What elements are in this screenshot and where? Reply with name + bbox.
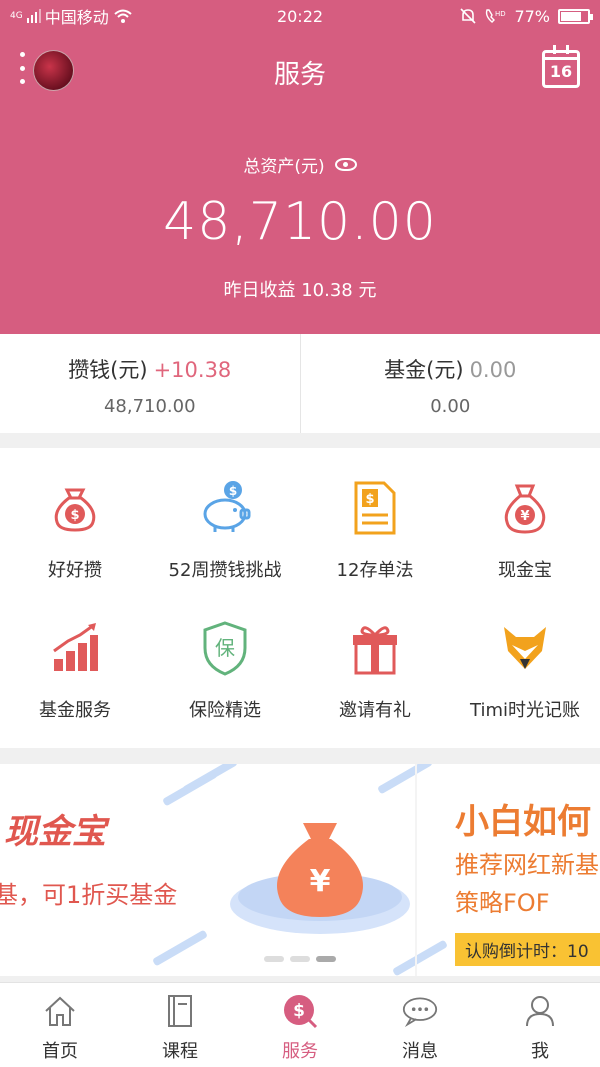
service-12-deposit[interactable]: $ 12存单法 bbox=[300, 478, 450, 618]
service-label: 保险精选 bbox=[189, 700, 261, 721]
banner-right-text: 小白如何 推荐网红新基 策略FOF 认购倒计时：10 bbox=[455, 794, 600, 966]
status-time: 20:22 bbox=[276, 6, 324, 26]
pager-dot[interactable] bbox=[264, 956, 284, 962]
carrier-name: 中国移动 bbox=[44, 8, 109, 27]
service-label: 基金服务 bbox=[39, 700, 111, 721]
service-insurance[interactable]: 保 保险精选 bbox=[150, 618, 300, 748]
home-icon bbox=[42, 993, 78, 1029]
service-label: 邀请有礼 bbox=[339, 700, 411, 721]
fox-icon bbox=[495, 618, 555, 678]
battery-icon bbox=[558, 8, 593, 24]
status-bar: 4G 中国移动 20:22 HD 77% bbox=[0, 0, 600, 32]
tab-label: 消息 bbox=[402, 1041, 438, 1062]
service-cash-treasure[interactable]: ¥ 现金宝 bbox=[450, 478, 600, 618]
mute-bell-icon bbox=[460, 8, 477, 24]
tab-label: 服务 bbox=[282, 1041, 318, 1062]
money-bag-yen-icon: ¥ bbox=[495, 478, 555, 538]
tab-courses[interactable]: 课程 bbox=[120, 983, 240, 1067]
tab-messages[interactable]: 消息 bbox=[360, 983, 480, 1067]
shield-icon: 保 bbox=[195, 618, 255, 678]
hd-call-icon: HD bbox=[486, 9, 506, 23]
eye-icon[interactable] bbox=[334, 158, 357, 171]
yesterday-earnings: 昨日收益 10.38 元 bbox=[223, 280, 377, 301]
banner-right-title: 小白如何 bbox=[455, 802, 591, 842]
bottom-tab-bar: 首页 课程 $ 服务 消息 我 bbox=[0, 982, 600, 1067]
battery-percent: 77% bbox=[514, 6, 550, 26]
service-haohaozan[interactable]: $ 好好攒 bbox=[0, 478, 150, 618]
savings-amount: 48,710.00 bbox=[103, 396, 196, 417]
service-invite[interactable]: 邀请有礼 bbox=[300, 618, 450, 748]
service-label: 现金宝 bbox=[498, 560, 552, 581]
svg-text:$: $ bbox=[365, 492, 374, 507]
service-52-week[interactable]: $ 52周攒钱挑战 bbox=[150, 478, 300, 618]
banner-money-bag-icon: ¥ bbox=[225, 809, 415, 943]
svg-text:¥: ¥ bbox=[310, 864, 331, 899]
service-label: 12存单法 bbox=[336, 560, 414, 581]
banner-pager[interactable] bbox=[0, 956, 600, 962]
pager-dot[interactable] bbox=[290, 956, 310, 962]
total-assets-label: 总资产(元) bbox=[0, 152, 600, 177]
svg-text:¥: ¥ bbox=[520, 509, 529, 524]
tab-home[interactable]: 首页 bbox=[0, 983, 120, 1067]
service-label: 好好攒 bbox=[48, 560, 102, 581]
network-type: 4G bbox=[10, 11, 23, 21]
service-label: Timi时光记账 bbox=[470, 700, 580, 721]
service-dollar-icon: $ bbox=[282, 993, 318, 1029]
fund-amount: 0.00 bbox=[430, 396, 471, 417]
total-assets-text: 总资产(元) bbox=[243, 157, 325, 177]
tab-label: 我 bbox=[531, 1041, 549, 1062]
fund-title: 基金(元) bbox=[384, 358, 464, 382]
total-assets-value: 48,710.00 bbox=[163, 192, 437, 252]
tab-me[interactable]: 我 bbox=[480, 983, 600, 1067]
service-fund[interactable]: 基金服务 bbox=[0, 618, 150, 748]
book-icon bbox=[162, 993, 198, 1029]
gift-icon bbox=[345, 618, 405, 678]
savings-summary[interactable]: 攒钱(元) +10.38 48,710.00 bbox=[0, 334, 300, 433]
fund-summary[interactable]: 基金(元) 0.00 0.00 bbox=[299, 334, 600, 433]
pager-dot-active[interactable] bbox=[316, 956, 336, 962]
service-label: 52周攒钱挑战 bbox=[168, 560, 282, 581]
tab-label: 首页 bbox=[42, 1041, 78, 1062]
calendar-icon[interactable]: 16 bbox=[542, 45, 580, 88]
calendar-day: 16 bbox=[549, 62, 573, 81]
svg-text:$: $ bbox=[70, 508, 79, 523]
banner-right-line1: 推荐网红新基 bbox=[455, 851, 599, 879]
savings-title: 攒钱(元) bbox=[68, 358, 148, 382]
asset-summary: 攒钱(元) +10.38 48,710.00 基金(元) 0.00 0.00 bbox=[0, 334, 600, 433]
promo-banner[interactable]: ：现金宝 定基，可1折买基金 ¥ 小白如何 推荐网红新基 策略FOF 认购倒计时… bbox=[0, 764, 600, 976]
signal-icon bbox=[26, 9, 41, 23]
tab-services[interactable]: $ 服务 bbox=[240, 983, 360, 1067]
user-icon bbox=[522, 993, 558, 1029]
bar-chart-icon bbox=[45, 618, 105, 678]
banner-left-subtitle: 定基，可1折买基金 bbox=[0, 881, 178, 909]
header: 服务 16 总资产(元) 48,710.00 昨日收益 10.38 元 bbox=[0, 32, 600, 334]
svg-text:HD: HD bbox=[495, 10, 506, 18]
banner-left-text: ：现金宝 定基，可1折买基金 bbox=[0, 804, 177, 910]
fund-delta: 0.00 bbox=[469, 358, 517, 382]
document-dollar-icon: $ bbox=[345, 478, 405, 538]
service-timi[interactable]: Timi时光记账 bbox=[450, 618, 600, 748]
svg-text:保: 保 bbox=[215, 636, 235, 660]
service-grid: $ 好好攒 $ 52周攒钱挑战 $ 12存单法 ¥ 现金宝 基金服务 保 保险精… bbox=[0, 448, 600, 748]
message-icon bbox=[402, 993, 438, 1029]
tab-label: 课程 bbox=[162, 1041, 198, 1062]
svg-text:$: $ bbox=[229, 484, 237, 498]
banner-left-title: ：现金宝 bbox=[0, 812, 106, 852]
page-title: 服务 bbox=[273, 60, 326, 90]
banner-right-line2: 策略FOF bbox=[455, 889, 550, 917]
svg-text:$: $ bbox=[293, 1001, 305, 1021]
piggy-bank-icon: $ bbox=[195, 478, 255, 538]
wifi-icon bbox=[114, 9, 132, 23]
savings-delta: +10.38 bbox=[153, 358, 232, 382]
money-bag-dollar-icon: $ bbox=[45, 478, 105, 538]
